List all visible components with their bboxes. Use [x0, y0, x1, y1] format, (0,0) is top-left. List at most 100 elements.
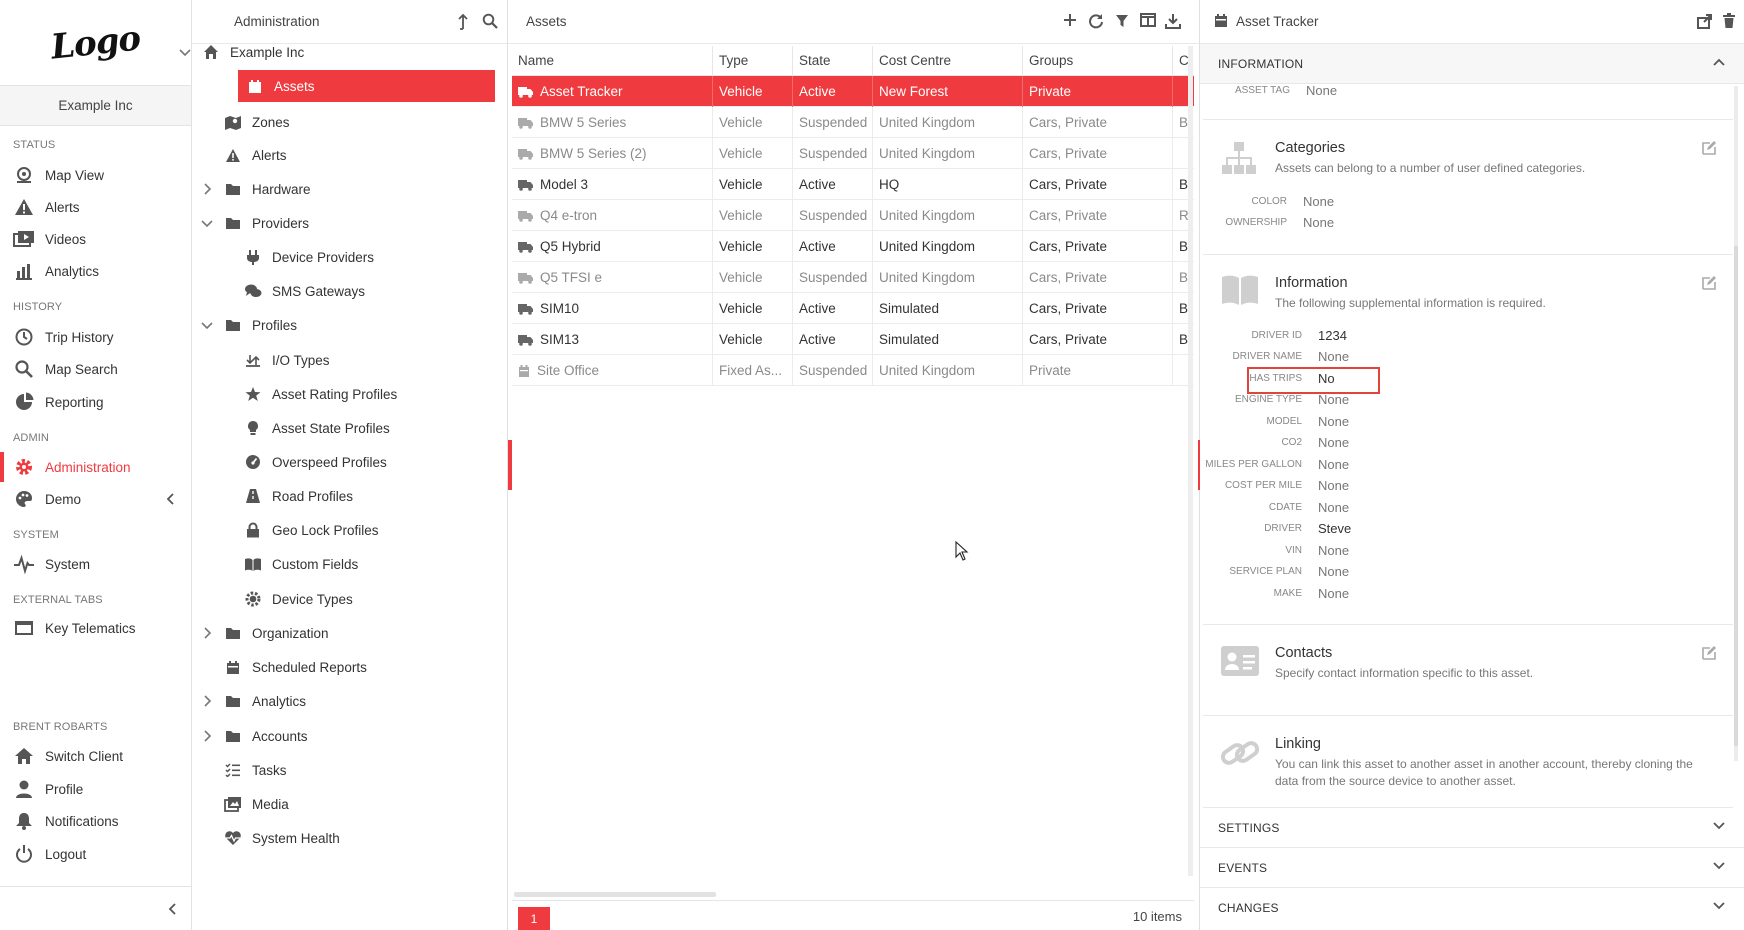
chevron-down-icon[interactable] [1712, 821, 1726, 831]
nav-map-search[interactable]: Map Search [0, 354, 192, 384]
add-icon[interactable] [1063, 13, 1077, 27]
table-row[interactable]: Q5 Hybrid Vehicle Active United Kingdom Cars… [512, 230, 1194, 262]
tree-item-system-health[interactable]: System Health [218, 822, 502, 854]
table-row[interactable]: BMW 5 Series (2) Vehicle Suspended United K… [512, 137, 1194, 169]
nav-trip-history[interactable]: Trip History [0, 322, 192, 352]
trash-icon[interactable] [1722, 13, 1736, 29]
section-changes-header[interactable]: CHANGES [1200, 888, 1744, 928]
tree-item-accounts[interactable]: Accounts [203, 720, 502, 752]
nav-profile[interactable]: Profile [0, 774, 192, 804]
logo[interactable]: Logo [0, 0, 191, 86]
table-row[interactable]: SIM10 Vehicle Active Simulated Cars, Private… [512, 292, 1194, 324]
chevron-left-icon[interactable] [166, 492, 176, 506]
column-header-cost-centre[interactable]: Cost Centre [873, 45, 1023, 76]
nav-notifications[interactable]: Notifications [0, 806, 192, 836]
table-row[interactable]: Q5 TFSI e Vehicle Suspended United Kingdom C… [512, 261, 1194, 293]
client-name[interactable]: Example Inc [0, 86, 191, 126]
edit-icon[interactable] [1701, 275, 1717, 291]
nav-alerts[interactable]: Alerts [0, 192, 192, 222]
tree-item-label: Analytics [252, 693, 307, 709]
edit-icon[interactable] [1701, 645, 1717, 661]
tree-item-providers[interactable]: Providers [201, 207, 502, 239]
tree-item-analytics[interactable]: Analytics [203, 685, 502, 717]
table-row[interactable]: BMW 5 Series Vehicle Suspended United Kingd… [512, 106, 1194, 138]
chevron-down-icon[interactable] [200, 216, 214, 230]
tree-item-asset-rating-profiles[interactable]: Asset Rating Profiles [238, 378, 502, 410]
columns-icon[interactable] [1140, 13, 1156, 27]
nav-analytics[interactable]: Analytics [0, 256, 192, 286]
table-row[interactable]: Q4 e-tron Vehicle Suspended United Kingdom C… [512, 199, 1194, 231]
chevron-up-icon[interactable] [1712, 57, 1726, 67]
column-header-type[interactable]: Type [713, 45, 793, 76]
chevron-right-icon[interactable] [200, 729, 214, 743]
tree-item-tasks[interactable]: Tasks [218, 754, 502, 786]
chevron-right-icon[interactable] [200, 626, 214, 640]
section-events-header[interactable]: EVENTS [1200, 848, 1744, 888]
chevron-down-icon[interactable] [1712, 861, 1726, 871]
nav-system[interactable]: System [0, 549, 192, 579]
tree-item-geo-lock-profiles[interactable]: Geo Lock Profiles [238, 514, 502, 546]
chevron-down-icon[interactable] [1712, 901, 1726, 911]
table-row[interactable]: Asset Tracker Vehicle Active New Forest Priv… [512, 75, 1194, 107]
tree-item-profiles[interactable]: Profiles [201, 309, 502, 341]
chevron-down-icon[interactable] [200, 318, 214, 332]
splitter-handle[interactable] [508, 440, 512, 490]
chevron-right-icon[interactable] [200, 694, 214, 708]
chevron-left-icon[interactable] [168, 902, 178, 916]
detail-scrollbar[interactable] [1734, 86, 1738, 761]
panel-title: Administration [234, 14, 320, 29]
share-icon[interactable] [1697, 13, 1713, 29]
tree-item-scheduled-reports[interactable]: Scheduled Reports [218, 651, 502, 683]
scroll-thumb[interactable] [1734, 246, 1738, 746]
section-settings-header[interactable]: SETTINGS [1200, 808, 1744, 848]
filter-icon[interactable] [1115, 13, 1129, 29]
tree-item-media[interactable]: Media [218, 788, 502, 820]
column-header-groups[interactable]: Groups [1023, 45, 1173, 76]
nav-videos[interactable]: Videos [0, 224, 192, 254]
tree-item-device-types[interactable]: Device Types [238, 583, 502, 615]
nav-administration[interactable]: Administration [0, 452, 192, 482]
tree-item-road-profiles[interactable]: Road Profiles [238, 480, 502, 512]
cell-text: BMW 5 Series (2) [540, 145, 647, 161]
table-row[interactable]: SIM13 Vehicle Active Simulated Cars, Private… [512, 323, 1194, 355]
nav-demo[interactable]: Demo [0, 484, 192, 514]
tree-item-overspeed-profiles[interactable]: Overspeed Profiles [238, 446, 502, 478]
sidebar-collapse-bar[interactable] [0, 886, 192, 930]
table-row[interactable]: Model 3 Vehicle Active HQ Cars, Private B [512, 168, 1194, 200]
horizontal-scrollbar[interactable] [514, 892, 716, 897]
chevron-down-icon[interactable] [178, 45, 192, 59]
page-button[interactable]: 1 [518, 907, 550, 930]
column-header-state[interactable]: State [793, 45, 873, 76]
tree-item-zones[interactable]: Zones [218, 106, 502, 138]
categories-card: Categories Assets can belong to a number… [1203, 120, 1733, 255]
section-information-header[interactable]: INFORMATION [1200, 44, 1744, 84]
tree-item-root[interactable]: Example Inc [179, 36, 502, 68]
tree-item-asset-state-profiles[interactable]: Asset State Profiles [238, 412, 502, 444]
edit-icon[interactable] [1701, 140, 1717, 156]
table-row[interactable]: Site Office Fixed As... Suspended United Ki… [512, 354, 1194, 386]
tree-item-io-types[interactable]: I/O Types [238, 344, 502, 376]
nav-reporting[interactable]: Reporting [0, 387, 192, 417]
tree-item-alerts[interactable]: Alerts [218, 139, 502, 171]
cell-type: Vehicle [713, 106, 793, 138]
tree-item-device-providers[interactable]: Device Providers [238, 241, 502, 273]
nav-logout[interactable]: Logout [0, 839, 192, 869]
nav-map-view[interactable]: Map View [0, 160, 192, 190]
column-header-name[interactable]: Name [512, 45, 713, 76]
tree-item-custom-fields[interactable]: Custom Fields [238, 548, 502, 580]
search-icon[interactable] [482, 13, 498, 29]
sort-up-icon[interactable] [457, 13, 469, 31]
tree-item-organization[interactable]: Organization [203, 617, 502, 649]
nav-switch-client[interactable]: Switch Client [0, 741, 192, 771]
nav-key-telematics[interactable]: Key Telematics [0, 613, 192, 643]
refresh-icon[interactable] [1088, 13, 1104, 29]
tree-item-hardware[interactable]: Hardware [203, 173, 502, 205]
tree-item-assets[interactable]: Assets [238, 70, 495, 102]
download-icon[interactable] [1165, 13, 1181, 29]
vertical-scrollbar[interactable] [1188, 46, 1193, 876]
field-label: CDATE [1268, 501, 1302, 513]
tree-item-sms-gateways[interactable]: SMS Gateways [238, 275, 502, 307]
videos-icon [12, 227, 36, 251]
chevron-right-icon[interactable] [200, 182, 214, 196]
card-description: You can link this asset to another asset… [1275, 757, 1693, 788]
